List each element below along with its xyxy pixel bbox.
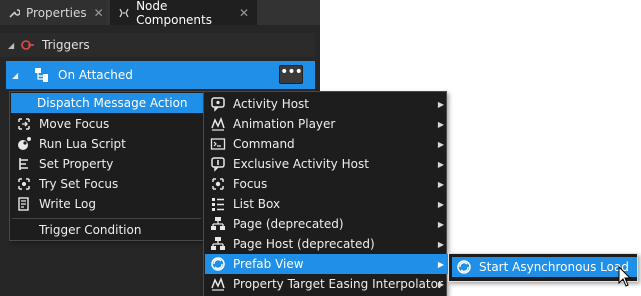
prefab-view-icon (209, 256, 227, 272)
menu-item-label: Exclusive Activity Host (233, 157, 369, 171)
menu-item-label: Start Asynchronous Load (479, 260, 629, 274)
move-focus-icon (15, 116, 33, 132)
wrench-icon (8, 6, 20, 20)
node-trigger-icon (34, 67, 52, 83)
submenu-arrow-icon: ▶ (437, 119, 444, 129)
menu-item-try-set-focus[interactable]: Try Set Focus (11, 174, 207, 194)
page-host-icon (209, 236, 227, 252)
menu-item-run-lua-script[interactable]: Run Lua Script (11, 134, 207, 154)
close-icon[interactable]: ✕ (94, 6, 104, 20)
try-set-focus-icon (15, 176, 33, 192)
menu-item-label: Activity Host (233, 97, 310, 111)
tree-item-on-attached[interactable]: ◢ On Attached ••• (6, 61, 315, 89)
menu-item-exclusive-activity-host[interactable]: Exclusive Activity Host ▶ (205, 154, 450, 174)
set-property-icon (15, 156, 33, 172)
submenu-arrow-icon: ▶ (437, 139, 444, 149)
tree-item-label: On Attached (58, 68, 133, 82)
tree-item-label: Triggers (42, 38, 90, 52)
expand-arrow-icon[interactable]: ◢ (8, 41, 18, 50)
menu-item-command[interactable]: Command ▶ (205, 134, 450, 154)
submenu-arrow-icon: ▶ (437, 239, 444, 249)
tree-item-triggers[interactable]: ◢ Triggers (0, 33, 315, 57)
tab-label: Node Components (136, 0, 212, 27)
interpolator-icon (209, 276, 227, 292)
menu-item-label: Property Target Easing Interpolator (233, 277, 443, 291)
menu-item-label: Run Lua Script (39, 137, 126, 151)
menu-item-label: Prefab View (233, 257, 304, 271)
menu-item-label: Try Set Focus (39, 177, 119, 191)
menu-item-list-box[interactable]: List Box ▶ (205, 194, 450, 214)
activity-host-icon (209, 96, 227, 112)
menu-item-trigger-condition[interactable]: Trigger Condition (11, 220, 231, 240)
menu-item-label: Trigger Condition (39, 223, 142, 237)
tab-properties[interactable]: Properties ✕ (0, 0, 106, 25)
menu-item-page-deprecated[interactable]: Page (deprecated) ▶ (205, 214, 450, 234)
write-log-icon (15, 196, 33, 212)
close-icon[interactable]: ✕ (239, 6, 249, 20)
animation-player-icon (209, 116, 227, 132)
node-components-icon (118, 6, 130, 20)
menu-item-focus[interactable]: Focus ▶ (205, 174, 450, 194)
menu-item-label: Set Property (39, 157, 114, 171)
menu-item-label: Page Host (deprecated) (233, 237, 375, 251)
menu-item-label: Write Log (39, 197, 96, 211)
menu-separator (12, 218, 201, 219)
menu-item-label: Move Focus (39, 117, 110, 131)
exclusive-activity-host-icon (209, 156, 227, 172)
focus-icon (209, 176, 227, 192)
list-box-icon (209, 196, 227, 212)
submenu-arrow-icon: ▶ (437, 179, 444, 189)
menu-item-activity-host[interactable]: Activity Host ▶ (205, 94, 450, 114)
menu-item-label: Animation Player (233, 117, 336, 131)
expand-arrow-icon[interactable]: ◢ (12, 71, 22, 80)
menu-item-prefab-view[interactable]: Prefab View ▶ (205, 254, 450, 274)
menu-item-set-property[interactable]: Set Property (11, 154, 207, 174)
tab-node-components[interactable]: Node Components ✕ (110, 0, 257, 27)
more-options-button[interactable]: ••• (279, 65, 303, 84)
trigger-icon (20, 38, 36, 52)
submenu-arrow-icon: ▶ (437, 219, 444, 229)
menu-item-animation-player[interactable]: Animation Player ▶ (205, 114, 450, 134)
page-icon (209, 216, 227, 232)
menu-item-page-host-deprecated[interactable]: Page Host (deprecated) ▶ (205, 234, 450, 254)
menu-item-move-focus[interactable]: Move Focus (11, 114, 207, 134)
menu-item-label: Focus (233, 177, 268, 191)
submenu-arrow-icon: ▶ (437, 259, 444, 269)
menu-item-label: Dispatch Message Action (37, 96, 188, 110)
menu-item-label: Page (deprecated) (233, 217, 344, 231)
menu-item-label: List Box (233, 197, 281, 211)
menu-item-property-target-easing-interpolator[interactable]: Property Target Easing Interpolator ▶ (205, 274, 450, 294)
tab-bar: Properties ✕ Node Components ✕ (0, 0, 320, 27)
submenu-arrow-icon: ▶ (437, 199, 444, 209)
menu-item-write-log[interactable]: Write Log (11, 194, 207, 214)
command-icon (209, 136, 227, 152)
tab-label: Properties (26, 5, 87, 20)
dispatch-message-submenu: Activity Host ▶ Animation Player ▶ Comma… (203, 91, 450, 296)
prefab-view-submenu: Start Asynchronous Load (448, 253, 638, 282)
mouse-cursor-icon (618, 265, 632, 288)
prefab-view-icon (455, 259, 473, 275)
submenu-arrow-icon: ▶ (437, 159, 444, 169)
submenu-arrow-icon: ▶ (437, 99, 444, 109)
menu-item-start-asynchronous-load[interactable]: Start Asynchronous Load (452, 257, 637, 277)
menu-item-dispatch-message-action[interactable]: Dispatch Message Action ▶ (11, 93, 229, 113)
lua-script-icon (15, 136, 33, 152)
add-action-menu: Dispatch Message Action ▶ Move Focus Run… (9, 91, 229, 241)
menu-item-label: Command (233, 137, 295, 151)
submenu-arrow-icon: ▶ (437, 279, 444, 289)
